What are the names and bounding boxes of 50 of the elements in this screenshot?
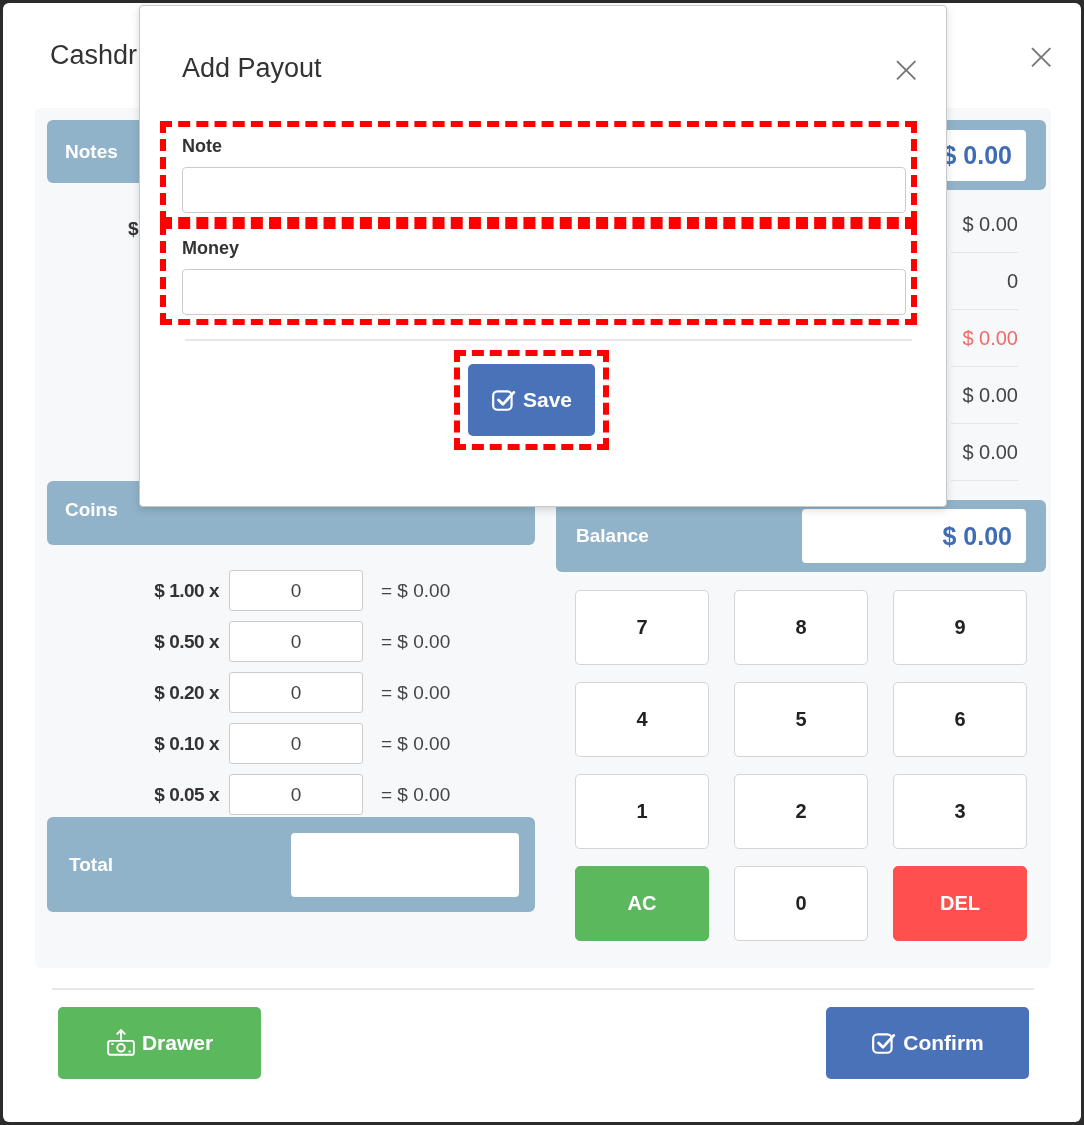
count-field[interactable]: 0	[229, 621, 363, 662]
denomination-label: $ 0.50 x	[153, 630, 219, 653]
subtotal-label: = $ 0.00	[381, 681, 451, 704]
check-icon	[490, 387, 517, 413]
close-button[interactable]: ×	[890, 49, 922, 88]
count-field[interactable]: 0	[229, 723, 363, 764]
subtotal-label: = $ 0.00	[381, 579, 451, 602]
keypad-key[interactable]: 1	[575, 774, 709, 849]
balance-display: $ 0.00	[802, 509, 1026, 563]
balance-label: Balance	[576, 525, 649, 547]
section-title: Notes	[65, 140, 118, 163]
total-field[interactable]	[291, 832, 519, 897]
subtotal-label: = $ 0.00	[381, 630, 451, 653]
keypad-key[interactable]: 6	[893, 682, 1027, 757]
summary-value: 0	[951, 253, 1018, 310]
summary-value: $ 0.00	[951, 367, 1018, 424]
keypad-key[interactable]: 2	[734, 774, 868, 849]
denomination-label: $ 0.20 x	[153, 681, 219, 704]
keypad-key[interactable]: 8	[734, 590, 868, 665]
total-label: Total	[69, 853, 113, 876]
check-icon	[871, 1030, 898, 1056]
summary-value: $ 0.00	[951, 424, 1018, 481]
summary-value: $ 0.00	[951, 196, 1018, 253]
input-field[interactable]	[182, 167, 906, 213]
denomination-label: $ 0.05 x	[153, 783, 219, 806]
field-label: Note	[182, 136, 223, 157]
dialog-title: Cashdr	[50, 40, 138, 71]
denomination-label: $ 1.00 x	[153, 579, 219, 602]
keypad-key[interactable]: 9	[893, 590, 1027, 665]
keypad-key[interactable]: 5	[734, 682, 868, 757]
close-button[interactable]: ×	[1025, 36, 1057, 75]
money-icon	[105, 1028, 136, 1058]
subtotal-label: = $ 0.00	[381, 732, 451, 755]
keypad-key[interactable]: 3	[893, 774, 1027, 849]
keypad-key[interactable]: 4	[575, 682, 709, 757]
section-title: Coins	[65, 499, 118, 521]
dialog-title: Add Payout	[182, 53, 322, 84]
keypad-key[interactable]: 7	[575, 590, 709, 665]
save-button[interactable]: Save	[468, 364, 595, 436]
confirm-button[interactable]: Confirm	[826, 1007, 1029, 1079]
subtotal-label: = $ 0.00	[381, 783, 451, 806]
field-label: Money	[182, 238, 240, 259]
summary-value: $ 0.00	[951, 310, 1018, 367]
keypad-key[interactable]: 0	[734, 866, 868, 941]
amount-label: $	[128, 218, 139, 239]
count-field[interactable]: 0	[229, 672, 363, 713]
denomination-label: $ 0.10 x	[153, 732, 219, 755]
count-field[interactable]: 0	[229, 570, 363, 611]
input-field[interactable]	[182, 269, 906, 315]
count-field[interactable]: 0	[229, 774, 363, 815]
